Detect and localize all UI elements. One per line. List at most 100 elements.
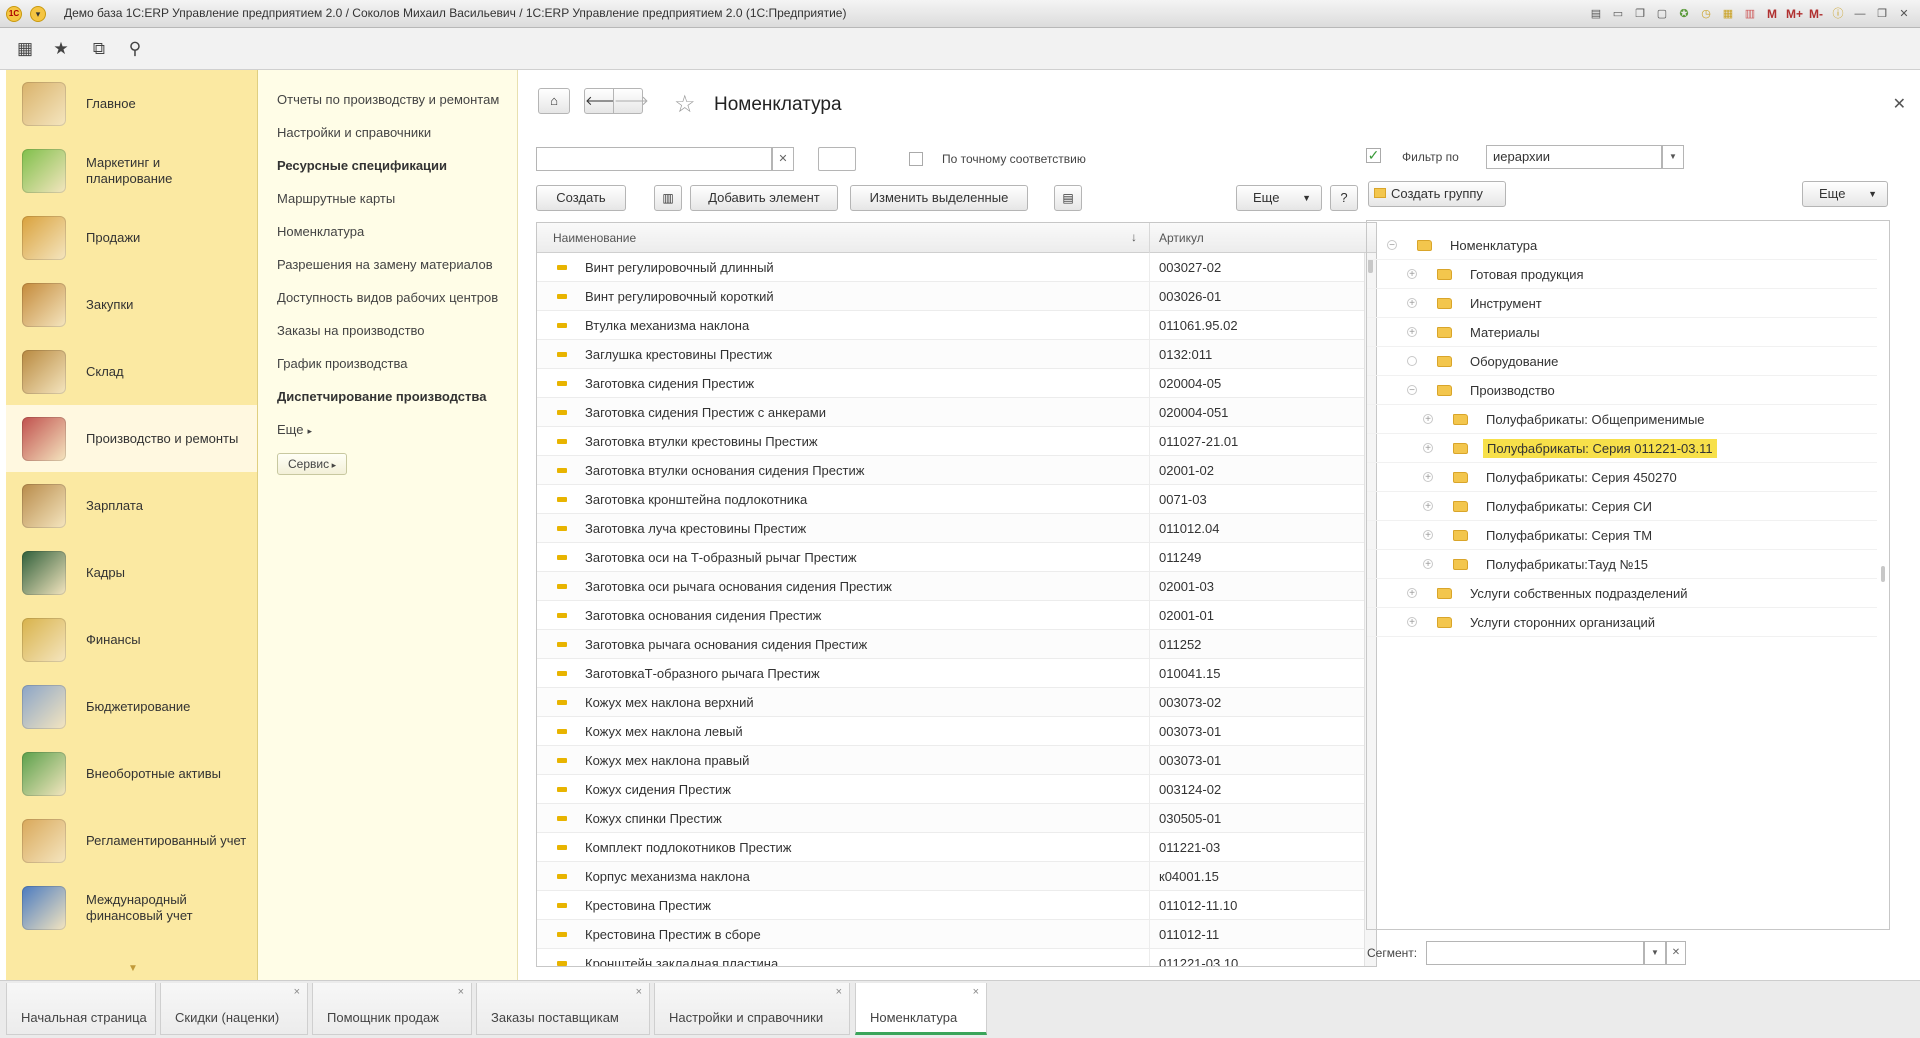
app-logo-icon[interactable]: 1С: [6, 6, 22, 22]
scroll-down-icon[interactable]: ▼: [128, 963, 138, 974]
table-row[interactable]: Заготовка кронштейна подлокотника 0071-03: [537, 485, 1376, 514]
tree-node[interactable]: + Полуфабрикаты: Серия СИ: [1367, 492, 1889, 521]
column-header-article[interactable]: Артикул: [1159, 231, 1204, 245]
forward-button[interactable]: 🡒: [613, 88, 649, 114]
command-link[interactable]: Диспетчирование производства: [258, 387, 517, 420]
history-icon[interactable]: ⧉: [88, 39, 110, 59]
close-icon[interactable]: ✕: [1896, 6, 1912, 22]
add-element-button[interactable]: Добавить элемент: [690, 185, 838, 211]
tree-node[interactable]: + Полуфабрикаты: Серия 450270: [1367, 463, 1889, 492]
command-link[interactable]: Ресурсные спецификации: [258, 156, 517, 189]
table-row[interactable]: Заготовка сидения Престиж с анкерами 0200…: [537, 398, 1376, 427]
section-documents[interactable]: Бюджетирование: [6, 673, 257, 740]
print-icon[interactable]: ▭: [1610, 6, 1626, 22]
table-row[interactable]: Заготовка луча крестовины Престиж 011012.…: [537, 514, 1376, 543]
info-icon[interactable]: ⓘ: [1830, 6, 1846, 22]
window-tab[interactable]: Начальная страница: [6, 983, 156, 1035]
copy-icon[interactable]: ❐: [1632, 6, 1648, 22]
search-icon[interactable]: ⚲: [124, 39, 146, 59]
filter-dropdown-button[interactable]: ▼: [1662, 145, 1684, 169]
maximize-icon[interactable]: ❐: [1874, 6, 1890, 22]
column-header-name[interactable]: Наименование: [553, 231, 636, 245]
expand-icon[interactable]: +: [1423, 530, 1433, 541]
table-row[interactable]: Крестовина Престиж 011012-11.10: [537, 891, 1376, 920]
tree-node[interactable]: + Услуги собственных подразделений: [1367, 579, 1889, 608]
collapse-icon[interactable]: −: [1407, 385, 1417, 396]
table-row[interactable]: Заготовка оси рычага основания сидения П…: [537, 572, 1376, 601]
segment-clear-button[interactable]: ✕: [1666, 941, 1686, 965]
save-icon[interactable]: ▤: [1588, 6, 1604, 22]
tab-close-icon[interactable]: ×: [836, 986, 842, 998]
table-row[interactable]: Заготовка рычага основания сидения Прест…: [537, 630, 1376, 659]
favorite-star-icon[interactable]: ☆: [674, 90, 696, 119]
section-coins[interactable]: Финансы: [6, 606, 257, 673]
minimize-icon[interactable]: —: [1852, 6, 1868, 22]
window-tab[interactable]: Помощник продаж ×: [312, 983, 472, 1035]
home-button[interactable]: ⌂: [538, 88, 570, 114]
filter-checkbox[interactable]: ✓: [1366, 148, 1381, 163]
main-menu-icon[interactable]: ▾: [30, 6, 46, 22]
table-row[interactable]: Заготовка втулки крестовины Престиж 01102…: [537, 427, 1376, 456]
tree-scrollbar[interactable]: [1877, 221, 1889, 929]
command-link[interactable]: Настройки и справочники: [258, 123, 517, 156]
memory-plus-button[interactable]: M+: [1786, 6, 1803, 22]
table-row[interactable]: Кронштейн закладная пластина 011221-03.10: [537, 949, 1376, 966]
section-globe-dollar[interactable]: Международный финансовый учет: [6, 874, 257, 941]
table-row[interactable]: Заготовка оси на Т-образный рычаг Прести…: [537, 543, 1376, 572]
section-warehouse[interactable]: Склад: [6, 338, 257, 405]
expand-icon[interactable]: +: [1423, 414, 1433, 425]
filter-select[interactable]: иерархии: [1486, 145, 1662, 169]
close-form-icon[interactable]: ✕: [1893, 94, 1906, 114]
edit-selected-button[interactable]: Изменить выделенные: [850, 185, 1028, 211]
expand-icon[interactable]: +: [1423, 443, 1433, 454]
table-row[interactable]: Заготовка втулки основания сидения Прест…: [537, 456, 1376, 485]
back-button[interactable]: 🡐: [584, 88, 620, 114]
expand-icon[interactable]: +: [1407, 617, 1417, 628]
search-clear-button[interactable]: ✕: [772, 147, 794, 171]
table-row[interactable]: Кожух мех наклона левый 003073-01: [537, 717, 1376, 746]
command-link[interactable]: График производства: [258, 354, 517, 387]
tree-node[interactable]: + Полуфабрикаты: Серия 011221-03.11: [1367, 434, 1889, 463]
table-row[interactable]: Кожух спинки Престиж 030505-01: [537, 804, 1376, 833]
search-input[interactable]: [536, 147, 772, 171]
table-row[interactable]: Втулка механизма наклона 011061.95.02: [537, 311, 1376, 340]
table-row[interactable]: Заготовка основания сидения Престиж 02001…: [537, 601, 1376, 630]
table-row[interactable]: Крестовина Престиж в сборе 011012-11: [537, 920, 1376, 949]
expand-icon[interactable]: +: [1407, 327, 1417, 338]
favorites-star-icon[interactable]: ★: [50, 39, 72, 59]
command-link[interactable]: Еще ▸: [258, 420, 517, 453]
section-passport[interactable]: Кадры: [6, 539, 257, 606]
tree-more-button[interactable]: Еще ▼: [1802, 181, 1888, 207]
section-home-desk[interactable]: Главное: [6, 70, 257, 137]
tab-close-icon[interactable]: ×: [636, 986, 642, 998]
section-boxes[interactable]: Закупки: [6, 271, 257, 338]
command-link[interactable]: Заказы на производство: [258, 321, 517, 354]
window-tab[interactable]: Заказы поставщикам ×: [476, 983, 650, 1035]
expand-icon[interactable]: +: [1423, 472, 1433, 483]
table-row[interactable]: Корпус механизма наклона к04001.15: [537, 862, 1376, 891]
expand-icon[interactable]: +: [1423, 501, 1433, 512]
expand-icon[interactable]: +: [1407, 298, 1417, 309]
table-row[interactable]: Винт регулировочный длинный 003027-02: [537, 253, 1376, 282]
tree-scrollbar-thumb[interactable]: [1881, 566, 1885, 582]
tree-node[interactable]: − Номенклатура: [1367, 231, 1889, 260]
window-tab[interactable]: Скидки (наценки) ×: [160, 983, 308, 1035]
expand-icon[interactable]: +: [1407, 269, 1417, 280]
section-truck[interactable]: Продажи: [6, 204, 257, 271]
command-link[interactable]: Разрешения на замену материалов: [258, 255, 517, 288]
tree-node[interactable]: + Материалы: [1367, 318, 1889, 347]
apps-grid-icon[interactable]: ▦: [14, 39, 36, 59]
window-tab[interactable]: Настройки и справочники ×: [654, 983, 850, 1035]
table-row[interactable]: Кожух сидения Престиж 003124-02: [537, 775, 1376, 804]
table-row[interactable]: Кожух мех наклона верхний 003073-02: [537, 688, 1376, 717]
tree-node[interactable]: + Полуфабрикаты: Серия ТМ: [1367, 521, 1889, 550]
section-factory[interactable]: Производство и ремонты: [6, 405, 257, 472]
help-button[interactable]: ?: [1330, 185, 1358, 211]
memory-m-button[interactable]: M: [1764, 6, 1780, 22]
tree-node[interactable]: − Производство: [1367, 376, 1889, 405]
command-link[interactable]: Номенклатура: [258, 222, 517, 255]
tab-close-icon[interactable]: ×: [458, 986, 464, 998]
exact-match-checkbox[interactable]: [909, 152, 923, 166]
section-abacus[interactable]: Зарплата: [6, 472, 257, 539]
list-settings-button[interactable]: ▤: [1054, 185, 1082, 211]
